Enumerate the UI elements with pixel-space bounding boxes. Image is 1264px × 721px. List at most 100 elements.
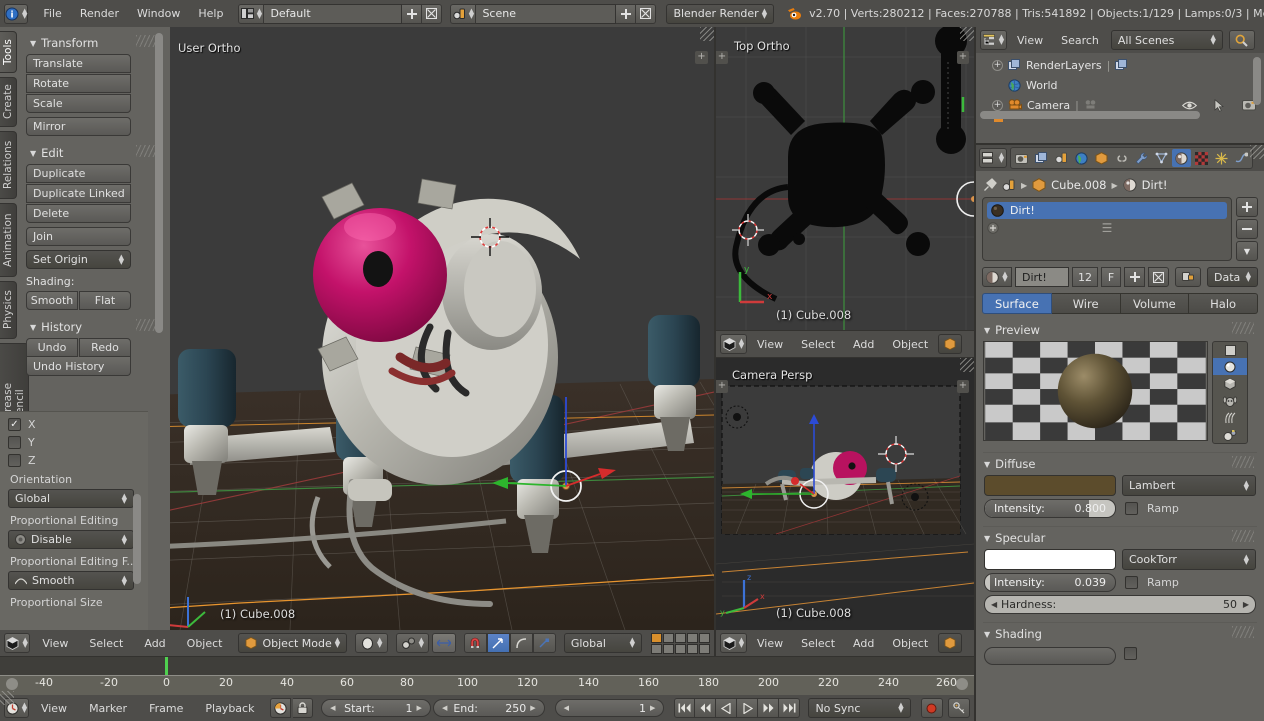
redo-button[interactable]: Redo: [79, 338, 131, 357]
jump-to-end-button[interactable]: [779, 698, 800, 718]
properties-tab-constraints[interactable]: [1112, 149, 1131, 167]
increment-arrow-icon[interactable]: ▶: [1243, 600, 1249, 609]
panel-grip-icon[interactable]: [1232, 530, 1254, 542]
material-slot-item[interactable]: Dirt!: [987, 202, 1227, 219]
increment-arrow-icon[interactable]: ▶: [650, 704, 655, 712]
pivot-point-dropdown[interactable]: ▲▼: [396, 633, 429, 653]
add-slot-icon[interactable]: [987, 222, 999, 234]
operator-panel-scrollbar[interactable]: [133, 494, 141, 584]
specular-hardness-slider[interactable]: ◀ Hardness: 50 ▶: [984, 595, 1256, 614]
proportional-editing-dropdown[interactable]: Disable ▲▼: [8, 530, 134, 549]
keying-set-button[interactable]: [948, 698, 970, 718]
scale-button[interactable]: Scale: [26, 94, 131, 113]
shading-shadeless-checkbox[interactable]: [1124, 647, 1137, 660]
jump-to-start-button[interactable]: [674, 698, 695, 718]
sync-mode-dropdown[interactable]: No Sync ▲▼: [808, 698, 910, 718]
join-button[interactable]: Join: [26, 227, 131, 246]
menu-window[interactable]: Window: [128, 1, 189, 26]
toolshelf-tab-create[interactable]: Create: [0, 77, 17, 127]
material-type-tab-volume[interactable]: Volume: [1121, 293, 1190, 314]
screen-layout-name[interactable]: Default: [264, 4, 402, 24]
specular-shader-dropdown[interactable]: CookTorr ▲▼: [1122, 549, 1256, 570]
remove-material-slot-button[interactable]: [1236, 219, 1258, 239]
browse-material-icon[interactable]: [1002, 179, 1016, 192]
add-screen-layout-button[interactable]: [402, 4, 422, 24]
axis-y-checkbox[interactable]: [8, 436, 21, 449]
translate-button[interactable]: Translate: [26, 54, 131, 73]
outliner-row-world[interactable]: World: [976, 75, 1264, 95]
toolshelf-tab-animation[interactable]: Animation: [0, 203, 17, 277]
viewport-main-menu-add[interactable]: Add: [135, 631, 174, 656]
properties-tab-render[interactable]: [1012, 149, 1031, 167]
panel-header-diffuse[interactable]: ▼ Diffuse: [976, 453, 1264, 475]
viewport-top-mode-dropdown[interactable]: [938, 334, 962, 354]
new-material-button[interactable]: [1124, 267, 1145, 287]
properties-tab-object[interactable]: [1092, 149, 1111, 167]
properties-tab-particles[interactable]: [1212, 149, 1231, 167]
properties-tab-texture[interactable]: [1192, 149, 1211, 167]
panel-header-transform[interactable]: ▼ Transform: [26, 32, 164, 54]
material-name-field[interactable]: Dirt!: [1015, 267, 1069, 287]
viewport-shading-dropdown[interactable]: ▲▼: [355, 633, 388, 653]
manipulator-rotate-button[interactable]: [510, 633, 533, 653]
editor-type-selector-outliner[interactable]: ▲▼: [980, 30, 1007, 50]
preview-shape-sphere-sky[interactable]: [1213, 426, 1247, 443]
preview-shape-flat[interactable]: [1213, 342, 1247, 358]
play-button[interactable]: [737, 698, 758, 718]
outliner-search-button[interactable]: [1229, 30, 1255, 50]
viewport-top-menu-view[interactable]: View: [749, 332, 791, 357]
viewport-top-corner-grip[interactable]: [960, 27, 974, 41]
viewport-main-corner-grip[interactable]: [700, 27, 714, 41]
material-users-count[interactable]: 12: [1072, 267, 1098, 287]
render-engine-selector[interactable]: Blender Render ▲▼: [666, 4, 774, 24]
shade-flat-button[interactable]: Flat: [79, 291, 131, 310]
pin-icon[interactable]: [983, 178, 997, 192]
axis-x-checkbox[interactable]: ✓: [8, 418, 21, 431]
material-preview-render[interactable]: [983, 341, 1208, 441]
orientation-dropdown[interactable]: Global ▲▼: [8, 489, 134, 508]
manipulator-translate-button[interactable]: [487, 633, 510, 653]
play-reverse-button[interactable]: [716, 698, 737, 718]
use-nodes-button[interactable]: [1175, 267, 1201, 287]
timeline-playhead[interactable]: [165, 657, 168, 675]
duplicate-linked-button[interactable]: Duplicate Linked: [26, 184, 131, 203]
panel-grip-icon[interactable]: [1232, 626, 1254, 638]
increment-arrow-icon[interactable]: ▶: [417, 704, 422, 712]
proportional-falloff-dropdown[interactable]: Smooth ▲▼: [8, 571, 134, 590]
scene-name[interactable]: Scene: [476, 4, 616, 24]
timeline-ruler[interactable]: -40 -20 0 20 40 60 80 100 120 140 160 18…: [0, 657, 974, 695]
transform-orientation-dropdown[interactable]: Global ▲▼: [564, 633, 642, 653]
properties-tab-world[interactable]: [1072, 149, 1091, 167]
properties-tab-material[interactable]: [1172, 149, 1191, 167]
auto-keying-button[interactable]: [270, 698, 290, 718]
expand-toggle-icon[interactable]: +: [992, 60, 1003, 71]
preview-shape-sphere[interactable]: [1213, 358, 1247, 375]
preview-shape-hair[interactable]: [1213, 409, 1247, 426]
viewport-top-right-region-toggle-icon[interactable]: +: [957, 51, 969, 64]
panel-grip-icon[interactable]: [1232, 322, 1254, 334]
material-slot-specials-button[interactable]: ▼: [1236, 241, 1258, 261]
panel-grip-icon[interactable]: [1232, 456, 1254, 468]
diffuse-color-swatch[interactable]: [984, 475, 1116, 496]
viewport-camera-corner-grip[interactable]: [960, 358, 974, 372]
editor-type-selector-3dview-camera[interactable]: ▲▼: [720, 633, 747, 653]
timeline-menu-frame[interactable]: Frame: [139, 696, 193, 721]
preview-shape-cube[interactable]: [1213, 375, 1247, 392]
editor-type-selector-3dview-top[interactable]: ▲▼: [720, 334, 747, 354]
properties-corner-grip[interactable]: [1250, 145, 1264, 159]
panel-header-history[interactable]: ▼ History: [26, 316, 164, 338]
properties-tab-data[interactable]: [1152, 149, 1171, 167]
current-frame-field[interactable]: ◀ 1 ▶: [555, 699, 665, 717]
viewport-main-menu-view[interactable]: View: [33, 631, 77, 656]
viewport-top-menu-add[interactable]: Add: [845, 332, 882, 357]
add-material-slot-button[interactable]: [1236, 197, 1258, 217]
specular-color-swatch[interactable]: [984, 549, 1116, 570]
toolshelf-scrollbar[interactable]: [155, 33, 163, 333]
viewport-main-region-toggle-icon[interactable]: +: [695, 51, 708, 64]
viewport-camera-right-region-toggle-icon[interactable]: +: [957, 380, 969, 393]
toolshelf-tab-tools[interactable]: Tools: [0, 31, 17, 73]
snap-magnet-button[interactable]: [464, 633, 487, 653]
add-scene-button[interactable]: [616, 4, 636, 24]
delete-button[interactable]: Delete: [26, 204, 131, 223]
duplicate-button[interactable]: Duplicate: [26, 164, 131, 183]
